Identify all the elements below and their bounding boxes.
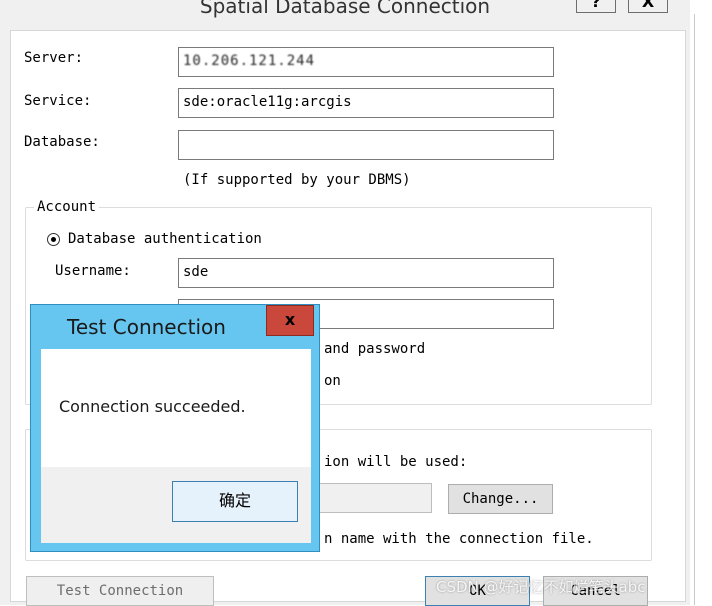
watermark: CSDN @好记忆不如烂笔头abc [436, 578, 646, 596]
test-connection-message-box: Test Connection x Connection succeeded. … [30, 304, 320, 552]
message-box-title: Test Connection [67, 315, 226, 339]
test-connection-button[interactable]: Test Connection [26, 576, 214, 606]
account-group-title: Account [34, 199, 100, 215]
message-box-ok-button[interactable]: 确定 [172, 481, 298, 522]
database-hint: (If supported by your DBMS) [183, 172, 411, 188]
version-hint-fragment: ion will be used: [324, 454, 468, 470]
os-authentication-label-fragment: on [324, 373, 341, 389]
background-window-divider [694, 14, 695, 605]
database-label: Database: [24, 134, 100, 150]
server-value: 10.206.121.244 [183, 53, 316, 69]
service-field[interactable]: sde:oracle11g:arcgis [178, 88, 554, 118]
save-version-label-fragment: n name with the connection file. [324, 531, 594, 547]
username-field[interactable]: sde [178, 258, 554, 288]
message-box-close-button[interactable]: x [266, 305, 314, 336]
change-version-button[interactable]: Change... [448, 484, 553, 514]
dialog-titlebar: Spatial Database Connection ? X [0, 0, 690, 22]
username-label: Username: [55, 263, 131, 279]
service-label: Service: [24, 93, 92, 109]
database-field[interactable] [178, 130, 554, 160]
database-authentication-label: Database authentication [68, 231, 262, 247]
server-label: Server: [24, 50, 84, 66]
message-text: Connection succeeded. [59, 397, 246, 416]
username-value: sde [183, 264, 209, 280]
server-field[interactable]: 10.206.121.244 [178, 47, 554, 77]
database-authentication-radio[interactable] [47, 233, 60, 246]
message-box-body: Connection succeeded. [41, 349, 311, 467]
help-button[interactable]: ? [576, 0, 616, 13]
save-credentials-label-fragment: and password [324, 341, 426, 357]
close-button[interactable]: X [628, 0, 668, 13]
version-field[interactable] [308, 483, 432, 513]
service-value: sde:oracle11g:arcgis [183, 94, 352, 110]
